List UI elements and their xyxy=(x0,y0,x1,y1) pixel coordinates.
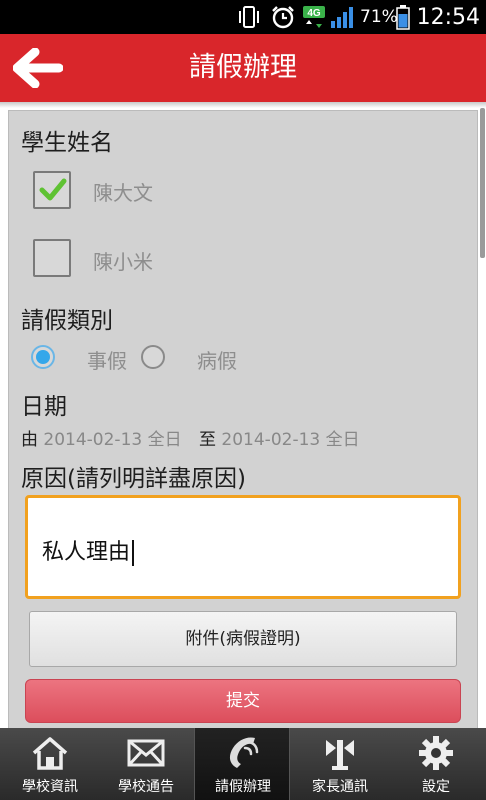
reason-label: 原因(請列明詳盡原因) xyxy=(21,466,246,492)
student-name-1: 陳大文 xyxy=(93,181,153,205)
leave-form: 學生姓名 陳大文 陳小米 請假類別 事假 病假 日期 由 2014-02-13 … xyxy=(8,110,478,730)
student-checkbox-1[interactable] xyxy=(33,171,71,209)
tab-school-notice[interactable]: 學校通告 xyxy=(98,728,194,800)
tab-school-info[interactable]: 學校資訊 xyxy=(2,728,98,800)
checkmark-icon xyxy=(39,178,67,201)
network-4g-icon: 4G xyxy=(302,0,326,34)
date-from-prefix: 由 xyxy=(21,430,38,450)
svg-text:4G: 4G xyxy=(307,8,321,19)
radio-sick-leave-label: 病假 xyxy=(197,349,237,373)
tab-settings[interactable]: 設定 xyxy=(388,728,484,800)
alarm-icon xyxy=(270,0,296,34)
student-name-label: 學生姓名 xyxy=(21,130,113,156)
student-name-2: 陳小米 xyxy=(93,250,153,274)
tab-label: 請假辦理 xyxy=(215,779,271,795)
text-caret xyxy=(132,540,135,566)
home-icon xyxy=(2,734,98,772)
tab-parent-communication[interactable]: 家長通訊 xyxy=(292,728,388,800)
attachment-button[interactable]: 附件(病假證明) xyxy=(29,611,457,667)
signal-icon xyxy=(330,0,356,34)
gear-icon xyxy=(388,734,484,772)
tab-label: 設定 xyxy=(422,779,450,795)
submit-button[interactable]: 提交 xyxy=(25,679,461,723)
radio-personal-leave[interactable] xyxy=(31,345,55,369)
date-from[interactable]: 2014-02-13 全日 xyxy=(43,430,181,450)
phone-icon xyxy=(195,734,291,772)
tab-label: 學校資訊 xyxy=(22,779,78,795)
title-bar: 請假辦理 xyxy=(0,34,486,102)
tab-label: 學校通告 xyxy=(118,779,174,795)
page-title: 請假辦理 xyxy=(189,52,297,83)
leave-type-label: 請假類別 xyxy=(21,308,113,334)
tab-leave-application[interactable]: 請假辦理 xyxy=(194,728,290,800)
reason-text: 私人理由 xyxy=(42,534,135,566)
vibrate-icon xyxy=(236,0,262,34)
tab-label: 家長通訊 xyxy=(312,779,368,795)
date-to[interactable]: 2014-02-13 全日 xyxy=(221,430,359,450)
clock: 12:54 xyxy=(416,4,480,30)
date-to-prefix: 至 xyxy=(199,430,217,450)
mail-icon xyxy=(98,734,194,772)
date-label: 日期 xyxy=(21,394,67,420)
reason-input[interactable]: 私人理由 xyxy=(25,495,461,599)
battery-icon xyxy=(396,0,410,34)
title-shadow xyxy=(0,102,486,108)
radio-sick-leave[interactable] xyxy=(141,345,165,369)
radio-personal-leave-label: 事假 xyxy=(87,349,127,373)
status-bar: 4G 71% 12:54 xyxy=(0,0,486,34)
date-range: 由 2014-02-13 全日 至 2014-02-13 全日 xyxy=(21,425,360,450)
battery-percent: 71% xyxy=(360,7,398,27)
bottom-tab-bar: 學校資訊 學校通告 請假辦理 家長通訊 設定 xyxy=(0,728,486,800)
antenna-icon xyxy=(292,734,388,772)
reason-value: 私人理由 xyxy=(42,540,131,565)
scrollbar[interactable] xyxy=(480,108,485,258)
student-checkbox-2[interactable] xyxy=(33,239,71,277)
